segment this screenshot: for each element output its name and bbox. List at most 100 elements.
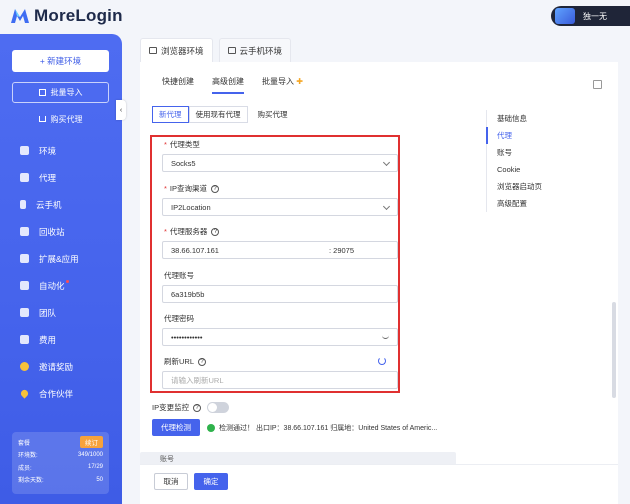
detect-result-text: 检测通过！ 出口IP：38.66.107.161 归属地：United Stat… xyxy=(219,425,438,432)
user-account-button[interactable]: 独一无 xyxy=(551,6,630,26)
proxy-source-tabs: 新代理 使用现有代理 购买代理 xyxy=(152,106,294,123)
proxy-server-field[interactable]: 38.66.107.161 : 29075 xyxy=(162,241,398,259)
ip-monitor-label: IP变更监控 xyxy=(152,403,190,412)
sidebar-item-billing[interactable]: 费用 xyxy=(0,326,122,353)
proxy-port-input[interactable]: : 29075 xyxy=(329,246,354,255)
anchor-basic-info[interactable]: 基础信息 xyxy=(487,110,542,127)
help-icon[interactable]: ? xyxy=(211,227,220,236)
browser-icon xyxy=(149,47,157,54)
tab-advanced-create[interactable]: 高级创建 xyxy=(212,76,244,94)
tab-cloud-phone-environment[interactable]: 云手机环境 xyxy=(218,38,292,62)
tab-browser-environment[interactable]: 浏览器环境 xyxy=(140,38,213,62)
proxy-password-value: •••••••••••• xyxy=(171,332,203,342)
sidebar-item-automation[interactable]: 自动化 xyxy=(0,272,122,299)
cancel-button[interactable]: 取消 xyxy=(154,473,188,490)
expand-icon[interactable] xyxy=(593,80,602,89)
renew-button[interactable]: 续订 xyxy=(80,436,103,449)
refresh-url-input[interactable]: 请输入刷新URL xyxy=(162,371,398,389)
plus-icon: ✚ xyxy=(296,77,303,86)
robot-icon xyxy=(20,281,29,290)
required-mark: * xyxy=(164,227,167,236)
plan-label: 套餐 xyxy=(18,440,31,447)
create-environment-panel: 快捷创建 高级创建 批量导入 ✚ 新代理 使用现有代理 购买代理 * 代理类型 S… xyxy=(140,62,618,504)
sidebar: + 新建环境 批量导入 购买代理 ‹ 环境 代理 云手机 回收站 扩展&应用 自… xyxy=(0,34,126,504)
anchor-account[interactable]: 账号 xyxy=(487,144,542,161)
sidebar-item-label: 代理 xyxy=(39,172,57,183)
ip-channel-select[interactable]: IP2Location xyxy=(162,198,398,216)
sidebar-item-proxy[interactable]: 代理 xyxy=(0,164,122,191)
sidebar-item-referral[interactable]: 邀请奖励 xyxy=(0,353,122,380)
sidebar-item-label: 合作伙伴 xyxy=(39,388,74,399)
tab-batch-import[interactable]: 批量导入 ✚ xyxy=(262,76,303,94)
chevron-left-icon: ‹ xyxy=(119,106,123,114)
team-icon xyxy=(20,308,29,317)
proxy-type-label: * 代理类型 xyxy=(164,139,200,150)
sidebar-item-cloud-phone[interactable]: 云手机 xyxy=(0,191,122,218)
sidebar-item-team[interactable]: 团队 xyxy=(0,299,122,326)
detect-result: 检测通过！ 出口IP：38.66.107.161 归属地：United Stat… xyxy=(207,423,437,433)
days-left-label: 剩余天数: xyxy=(18,478,44,485)
batch-import-button[interactable]: 批量导入 xyxy=(12,82,109,103)
proxy-server-label: * 代理服务器? xyxy=(164,226,220,237)
proxy-type-select[interactable]: Socks5 xyxy=(162,154,398,172)
confirm-button[interactable]: 确定 xyxy=(194,473,228,490)
proxy-password-input[interactable]: •••••••••••• xyxy=(162,328,398,346)
batch-import-label: 批量导入 xyxy=(50,88,83,97)
avatar xyxy=(555,8,575,24)
eye-closed-icon[interactable] xyxy=(382,335,389,339)
env-count-value: 349/1000 xyxy=(77,451,103,458)
proxy-type-value: Socks5 xyxy=(171,158,196,168)
refresh-icon[interactable] xyxy=(378,357,386,365)
anchor-cookie[interactable]: Cookie xyxy=(487,161,542,178)
sidebar-collapse-button[interactable]: ‹ xyxy=(116,100,126,120)
help-icon[interactable]: ? xyxy=(211,184,220,193)
tab-use-existing-proxy[interactable]: 使用现有代理 xyxy=(188,106,248,123)
sidebar-item-label: 回收站 xyxy=(39,226,65,237)
proxy-account-input[interactable]: 6a319b5b xyxy=(162,285,398,303)
sidebar-item-label: 扩展&应用 xyxy=(39,253,79,264)
sidebar-item-label: 云手机 xyxy=(36,199,62,210)
list-icon xyxy=(20,173,29,182)
sidebar-item-trash[interactable]: 回收站 xyxy=(0,218,122,245)
sidebar-item-extensions[interactable]: 扩展&应用 xyxy=(0,245,122,272)
anchor-proxy[interactable]: 代理 xyxy=(486,127,542,144)
proxy-password-label: 代理密码 xyxy=(164,314,194,323)
anchor-startup-page[interactable]: 浏览器启动页 xyxy=(487,178,542,195)
sidebar-item-partners[interactable]: 合作伙伴 xyxy=(0,380,122,407)
heart-icon xyxy=(19,388,30,399)
proxy-host-input[interactable]: 38.66.107.161 xyxy=(171,246,329,255)
help-icon[interactable]: ? xyxy=(198,357,207,366)
phone-icon xyxy=(227,47,236,54)
label-text: 代理类型 xyxy=(169,140,200,149)
scrollbar[interactable] xyxy=(612,302,616,398)
tab-label: 批量导入 xyxy=(262,77,294,86)
buy-proxy-label: 购买代理 xyxy=(50,114,83,124)
help-icon[interactable]: ? xyxy=(193,403,202,412)
tab-quick-create[interactable]: 快捷创建 xyxy=(162,76,194,94)
new-environment-button[interactable]: + 新建环境 xyxy=(12,50,109,72)
tab-new-proxy[interactable]: 新代理 xyxy=(152,106,189,123)
trash-icon xyxy=(20,227,29,236)
sidebar-item-label: 环境 xyxy=(39,145,57,156)
label-text: 代理服务器 xyxy=(169,227,208,236)
form-footer: 取消 确定 xyxy=(140,464,618,504)
user-name: 独一无 xyxy=(583,11,607,21)
cart-icon xyxy=(38,116,46,122)
ip-monitor-toggle[interactable] xyxy=(207,402,230,413)
member-count-label: 成员: xyxy=(18,465,32,472)
tab-buy-proxy[interactable]: 购买代理 xyxy=(251,106,294,123)
gift-icon xyxy=(20,362,29,371)
chevron-down-icon xyxy=(382,158,391,167)
import-icon xyxy=(38,89,46,96)
anchor-advanced-config[interactable]: 高级配置 xyxy=(487,195,542,212)
label-text: IP查询渠道 xyxy=(169,184,208,193)
required-mark: * xyxy=(164,184,167,193)
new-dot-icon xyxy=(65,280,69,283)
bill-icon xyxy=(20,335,29,344)
buy-proxy-link[interactable]: 购买代理 xyxy=(12,110,109,128)
sidebar-item-environment[interactable]: 环境 xyxy=(0,137,122,164)
sidebar-item-label: 邀请奖励 xyxy=(39,361,74,372)
proxy-detect-button[interactable]: 代理检测 xyxy=(152,419,200,436)
phone-icon xyxy=(20,200,26,209)
sidebar-item-label: 团队 xyxy=(39,307,57,318)
